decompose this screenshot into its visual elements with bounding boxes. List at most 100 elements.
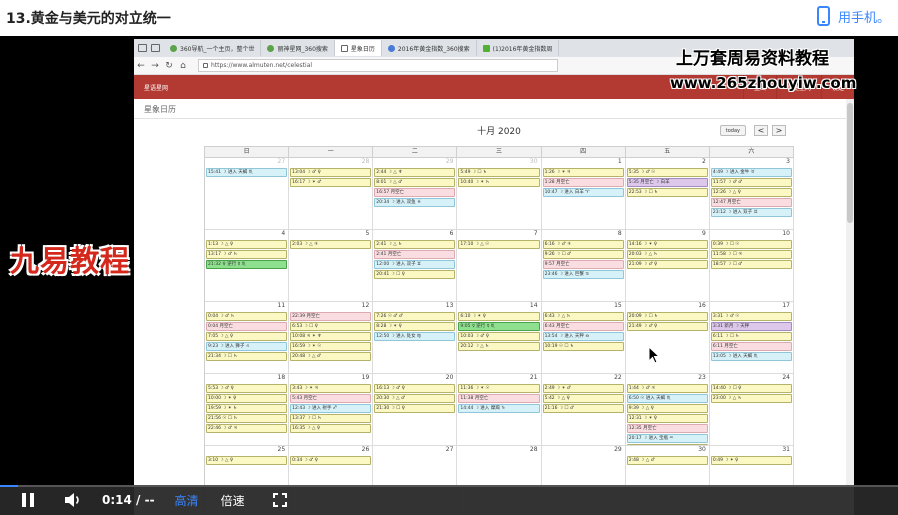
calendar-event[interactable]: 18:57 ☽ ☐ ♂: [710, 260, 792, 269]
calendar-event[interactable]: 10:47 ☽ 进入 白羊 ♈: [542, 188, 624, 197]
calendar-event[interactable]: 21:34 ☽ ☐ ♄: [206, 352, 288, 361]
calendar-day-cell[interactable]: 29 2:44 ☽ △ ♆ 8:01 ☽ △ ♂ 16:57 月空亡 20:34 ☽ 进…: [373, 158, 458, 230]
calendar-event[interactable]: 11:57 ☽ ♂ ♂: [710, 178, 792, 187]
calendar-event[interactable]: 9:57 月空亡: [542, 260, 624, 269]
calendar-event[interactable]: 12:00 ☽ 进入 双子 ♊: [374, 260, 456, 269]
calendar-event[interactable]: 1:28 月空亡: [542, 178, 624, 187]
calendar-day-cell[interactable]: 1 1:26 ☽ ✶ ♃ 1:28 月空亡 10:47 ☽ 进入 白羊 ♈: [541, 158, 626, 230]
calendar-event[interactable]: 14:16 ☽ ✶ ♀: [626, 240, 708, 249]
calendar-event[interactable]: 9:26 ☽ ☐ ♂: [542, 250, 624, 259]
browser-tab[interactable]: 丽神星网_360搜索: [261, 40, 335, 56]
calendar-event[interactable]: 10:00 ☽ ✶ ♀: [206, 394, 288, 403]
calendar-event[interactable]: 21:56 ☉ ☐ ♄: [206, 414, 288, 423]
calendar-event[interactable]: 21:32 ♀ 逆行 ☿ ♏: [206, 260, 288, 269]
calendar-day-cell[interactable]: 3 4:49 ☽ 进入 金牛 ♉ 11:57 ☽ ♂ ♂ 12:26 ☽ △ ♀ 12:…: [709, 158, 794, 230]
calendar-event[interactable]: 15:41 ☽ 进入 天蝎 ♏: [206, 168, 288, 177]
calendar-event[interactable]: 3:31 ☽ ♂ ☉: [710, 312, 792, 321]
calendar-event[interactable]: 2:44 ☽ △ ♆: [374, 168, 456, 177]
calendar-day-cell[interactable]: 15 6:43 ☽ △ ♄ 6:43 月空亡 13:54 ☽ 进入 天秤 ♎ 10:19…: [541, 302, 626, 374]
calendar-event[interactable]: 13:54 ☽ 进入 天秤 ♎: [542, 332, 624, 341]
calendar-event[interactable]: 12:35 月空亡: [626, 424, 708, 433]
calendar-event[interactable]: 20:09 ☽ ☐ ♄: [626, 312, 708, 321]
browser-tab[interactable]: (1)2016年黄金指数周: [477, 40, 560, 56]
calendar-event[interactable]: 0:04 月空亡: [206, 322, 288, 331]
calendar-event[interactable]: 8:01 ☽ △ ♂: [374, 178, 456, 187]
calendar-event[interactable]: 2:48 ☽ △ ♂: [626, 456, 708, 465]
calendar-event[interactable]: 6:53 ☽ ☐ ♀: [290, 322, 372, 331]
calendar-event[interactable]: 12:31 ☽ ✶ ♀: [626, 414, 708, 423]
calendar-event[interactable]: 5:43 月空亡: [290, 394, 372, 403]
calendar-event[interactable]: 9:23 ☽ 进入 狮子 ♌: [206, 342, 288, 351]
calendar-event[interactable]: 7:05 ☽ △ ♀: [206, 332, 288, 341]
calendar-event[interactable]: 10:40 ☽ ✶ ♄: [458, 178, 540, 187]
calendar-event[interactable]: 9:39 ☽ △ ♀: [626, 404, 708, 413]
calendar-event[interactable]: 2:41 月空亡: [374, 250, 456, 259]
window-icon[interactable]: [151, 44, 160, 52]
calendar-day-cell[interactable]: 23 1:44 ☽ ♂ ♃ 6:50 ☉ 进入 天蝎 ♏ 9:39 ☽ △ ♀ 12:3…: [625, 374, 710, 446]
calendar-day-cell[interactable]: 30 5:49 ☽ ☐ ♄ 10:40 ☽ ✶ ♄: [457, 158, 542, 230]
calendar-event[interactable]: 0:49 ☽ ✶ ♀: [710, 456, 792, 465]
progress-bar[interactable]: [0, 485, 898, 487]
calendar-event[interactable]: 6:10 ☽ ✶ ♀: [458, 312, 540, 321]
calendar-event[interactable]: 7:26 ☉ ♂ ♂: [374, 312, 456, 321]
calendar-day-cell[interactable]: 13 7:26 ☉ ♂ ♂ 8:28 ☽ ✶ ♀ 12:50 ☽ 进入 处女 ♍: [373, 302, 458, 374]
calendar-event[interactable]: 4:49 ☽ 进入 金牛 ♉: [710, 168, 792, 177]
calendar-event[interactable]: 10:03 ☽ ♂ ♀: [458, 332, 540, 341]
calendar-event[interactable]: 10:08 ♃ ✶ ♆: [290, 332, 372, 341]
calendar-event[interactable]: 19:59 ☽ ✶ ♄: [206, 404, 288, 413]
calendar-event[interactable]: 1:26 ☽ ✶ ♃: [542, 168, 624, 177]
home-icon[interactable]: ⌂: [176, 61, 190, 71]
calendar-event[interactable]: 21:49 ☽ ♂ ♀: [626, 322, 708, 331]
calendar-event[interactable]: 22:53 ☽ ☐ ♄: [626, 188, 708, 197]
calendar-day-cell[interactable]: 12 22:39 月空亡 6:53 ☽ ☐ ♀ 10:08 ♃ ✶ ♆ 16:59 ☽ …: [289, 302, 374, 374]
calendar-day-cell[interactable]: 22 2:49 ☽ ✶ ♂ 5:42 ☽ △ ♀ 21:16 ☽ ☐ ♂: [541, 374, 626, 446]
pause-icon[interactable]: [22, 493, 34, 507]
calendar-event[interactable]: 11:38 月空亡: [458, 394, 540, 403]
calendar-day-cell[interactable]: 27 15:41 ☽ 进入 天蝎 ♏: [205, 158, 290, 230]
calendar-event[interactable]: 5:35 ☽ ♂ ☉: [626, 168, 708, 177]
calendar-event[interactable]: 10:19 ☉ ☐ ♄: [542, 342, 624, 351]
next-month-button[interactable]: >: [772, 125, 786, 136]
calendar-event[interactable]: 16:13 ☽ ♂ ♀: [374, 384, 456, 393]
forward-icon[interactable]: →: [148, 61, 162, 71]
url-field[interactable]: https://www.almuten.net/celestial: [198, 59, 558, 72]
calendar-day-cell[interactable]: 6 2:41 ☽ △ ♄ 2:41 月空亡 12:00 ☽ 进入 双子 ♊ 20:41 …: [373, 230, 458, 302]
calendar-event[interactable]: 6:16 ☽ ♂ ♃: [542, 240, 624, 249]
calendar-event[interactable]: 13:17 ☽ ♂ ♄: [206, 250, 288, 259]
calendar-event[interactable]: 21:30 ☽ ☐ ♀: [374, 404, 456, 413]
calendar-event[interactable]: 0:39 ☽ ☐ ☉: [710, 240, 792, 249]
calendar-event[interactable]: 3:10 ☽ △ ♀: [206, 456, 288, 465]
quality-button[interactable]: 高清: [175, 492, 199, 509]
calendar-day-cell[interactable]: 14 6:10 ☽ ✶ ♀ 9:05 ☿ 逆行 ☿ ♏ 10:03 ☽ ♂ ♀ 20:1…: [457, 302, 542, 374]
calendar-day-cell[interactable]: 10 0:39 ☽ ☐ ☉ 11:58 ☽ ☐ ♃ 18:57 ☽ ☐ ♂: [709, 230, 794, 302]
scrollbar-thumb[interactable]: [847, 103, 853, 223]
calendar-event[interactable]: 6:43 ☽ △ ♄: [542, 312, 624, 321]
calendar-event[interactable]: 12:26 ☽ △ ♀: [710, 188, 792, 197]
calendar-event[interactable]: 20:17 ☽ 进入 宝瓶 ♒: [626, 434, 708, 443]
calendar-event[interactable]: 16:17 ☽ ✶ ♂: [290, 178, 372, 187]
calendar-event[interactable]: 3:43 ☽ ✶ ♃: [290, 384, 372, 393]
calendar-day-cell[interactable]: 18 5:53 ☽ ♂ ♀ 10:00 ☽ ✶ ♀ 19:59 ☽ ✶ ♄ 21:56 …: [205, 374, 290, 446]
calendar-event[interactable]: 20:03 ☽ △ ♄: [626, 250, 708, 259]
calendar-day-cell[interactable]: 9 14:16 ☽ ✶ ♀ 20:03 ☽ △ ♄ 21:09 ☽ ♂ ♀: [625, 230, 710, 302]
today-button[interactable]: today: [719, 125, 746, 136]
browser-tab[interactable]: 2016年黄金指数_360搜索: [382, 40, 477, 56]
calendar-event[interactable]: 2:03 ☽ △ ♃: [290, 240, 372, 249]
calendar-event[interactable]: 5:53 ☽ ♂ ♀: [206, 384, 288, 393]
calendar-day-cell[interactable]: 7 17:10 ☽ △ ☉: [457, 230, 542, 302]
open-on-mobile-link[interactable]: 用手机。: [816, 6, 890, 26]
calendar-event[interactable]: 5:35 月空亡 ☽ 白羊: [626, 178, 708, 187]
calendar-event[interactable]: 5:42 ☽ △ ♀: [542, 394, 624, 403]
browser-tab[interactable]: 360导航_一个主页，整个世: [164, 40, 262, 56]
calendar-event[interactable]: 20:30 ☽ △ ♂: [374, 394, 456, 403]
calendar-event[interactable]: 2:49 ☽ ✶ ♂: [542, 384, 624, 393]
calendar-event[interactable]: 23:46 ☽ 进入 巨蟹 ♋: [542, 270, 624, 279]
calendar-event[interactable]: 12:47 月空亡: [710, 198, 792, 207]
calendar-event[interactable]: 5:49 ☽ ☐ ♄: [458, 168, 540, 177]
calendar-event[interactable]: 14:40 ☽ ☐ ♀: [710, 384, 792, 393]
calendar-event[interactable]: 13:37 ☽ ☐ ♄: [290, 414, 372, 423]
calendar-event[interactable]: 6:50 ☉ 进入 天蝎 ♏: [626, 394, 708, 403]
calendar-day-cell[interactable]: 28 13:04 ☽ ♂ ♀ 16:17 ☽ ✶ ♂: [289, 158, 374, 230]
calendar-event[interactable]: 0:04 ☽ ♂ ♄: [206, 312, 288, 321]
calendar-event[interactable]: 22:39 月空亡: [290, 312, 372, 321]
